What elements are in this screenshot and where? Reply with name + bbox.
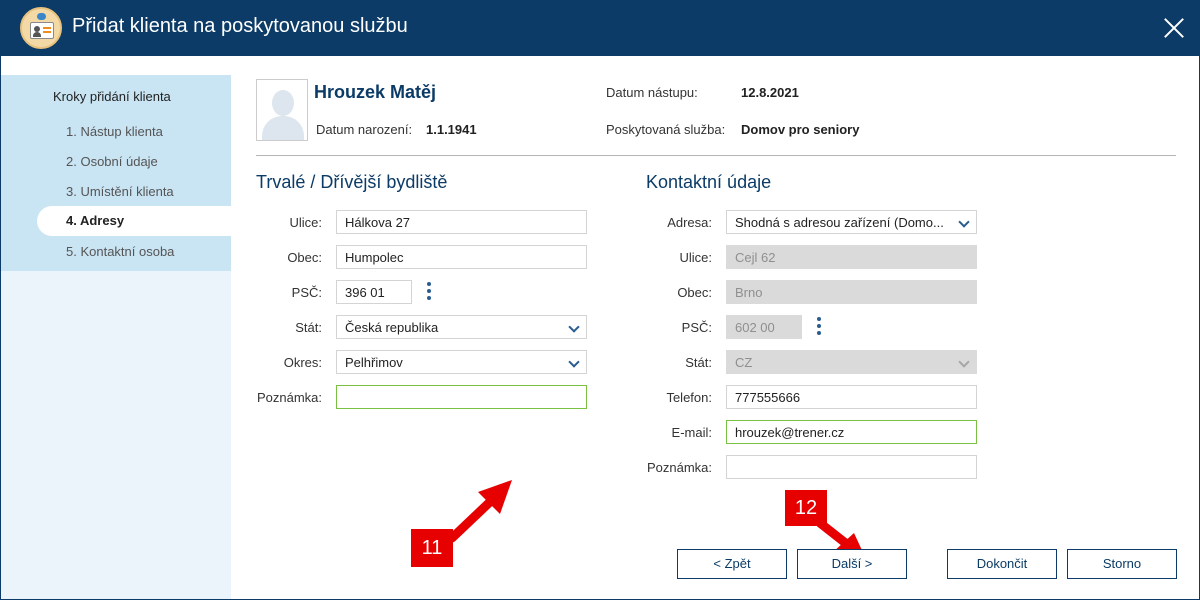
window-title: Přidat klienta na poskytovanou službu (72, 15, 408, 37)
chevron-down-icon (958, 356, 970, 368)
zip-input[interactable]: 396 01 (336, 280, 412, 304)
step-item-label: 4. Adresy (66, 213, 125, 228)
client-name: Hrouzek Matěj (314, 82, 437, 102)
service-value: Domov pro seniory (741, 122, 860, 137)
header-divider (256, 155, 1176, 156)
district-label: Okres: (283, 355, 322, 370)
district-select-value: Pelhřimov (345, 355, 403, 370)
chevron-down-icon (958, 216, 970, 228)
contact-zip-input: 602 00 (726, 315, 802, 339)
service-label: Poskytovaná služba: (606, 122, 726, 137)
district-select[interactable]: Pelhřimov (336, 350, 587, 374)
contact-country-value: CZ (735, 355, 753, 370)
contact-city-label: Obec: (677, 285, 712, 300)
contact-address-label: Adresa: (667, 215, 712, 230)
street-input[interactable]: Hálkova 27 (336, 210, 587, 234)
zip-label: PSČ: (291, 285, 322, 300)
step-item-personal[interactable]: 2. Osobní údaje (66, 154, 158, 169)
contact-zip-label: PSČ: (681, 320, 712, 335)
contact-country-label: Stát: (685, 355, 712, 370)
contact-zip-more-icon[interactable] (816, 317, 822, 337)
cancel-button[interactable]: Storno (1067, 549, 1177, 579)
contact-address-value: Shodná s adresou zařízení (Domo... (735, 215, 944, 230)
sidebar: Kroky přidání klienta 1. Nástup klienta … (1, 75, 231, 599)
step-item-placement[interactable]: 3. Umístění klienta (66, 184, 174, 199)
note-label: Poznámka: (256, 390, 322, 405)
contact-note-label: Poznámka: (646, 460, 712, 475)
address-section-title: Trvalé / Dřívější bydliště (256, 172, 448, 192)
annotation-badge-12: 12 (785, 490, 827, 526)
birth-date-label: Datum narození: (316, 122, 413, 137)
contact-street-label: Ulice: (679, 250, 712, 265)
contact-address-select[interactable]: Shodná s adresou zařízení (Domo... (726, 210, 977, 234)
birth-date-value: 1.1.1941 (426, 122, 477, 137)
client-photo (256, 79, 308, 141)
step-item-entry[interactable]: 1. Nástup klienta (66, 124, 163, 139)
phone-input[interactable]: 777555666 (726, 385, 977, 409)
steps-title: Kroky přidání klienta (53, 89, 171, 104)
contact-city-input: Brno (726, 280, 977, 304)
note-input[interactable] (336, 385, 587, 409)
country-label: Stát: (295, 320, 322, 335)
annotation-badge-11: 11 (411, 529, 453, 567)
annotation-arrow-11 (447, 480, 512, 543)
email-label: E-mail: (671, 425, 712, 440)
chevron-down-icon (568, 321, 580, 333)
country-select-value: Česká republika (345, 320, 439, 335)
step-item-addresses[interactable]: 4. Adresy (37, 206, 231, 236)
back-button[interactable]: < Zpět (677, 549, 787, 579)
contact-country-select: CZ (726, 350, 977, 374)
step-item-contact-person[interactable]: 5. Kontaktní osoba (66, 244, 174, 259)
city-label: Obec: (287, 250, 322, 265)
zip-more-icon[interactable] (426, 282, 432, 302)
street-label: Ulice: (289, 215, 322, 230)
email-input[interactable]: hrouzek@trener.cz (726, 420, 977, 444)
close-icon[interactable] (1160, 14, 1188, 42)
contact-section-title: Kontaktní údaje (646, 172, 772, 192)
start-date-value: 12.8.2021 (741, 85, 799, 100)
start-date-label: Datum nástupu: (606, 85, 698, 100)
add-client-app-icon (20, 7, 62, 49)
finish-button[interactable]: Dokončit (947, 549, 1057, 579)
steps-panel: Kroky přidání klienta 1. Nástup klienta … (1, 75, 231, 271)
next-button[interactable]: Další > (797, 549, 907, 579)
title-bar: Přidat klienta na poskytovanou službu (0, 0, 1200, 56)
phone-label: Telefon: (666, 390, 712, 405)
city-input[interactable]: Humpolec (336, 245, 587, 269)
contact-street-input: Cejl 62 (726, 245, 977, 269)
chevron-down-icon (568, 356, 580, 368)
contact-note-input[interactable] (726, 455, 977, 479)
country-select[interactable]: Česká republika (336, 315, 587, 339)
